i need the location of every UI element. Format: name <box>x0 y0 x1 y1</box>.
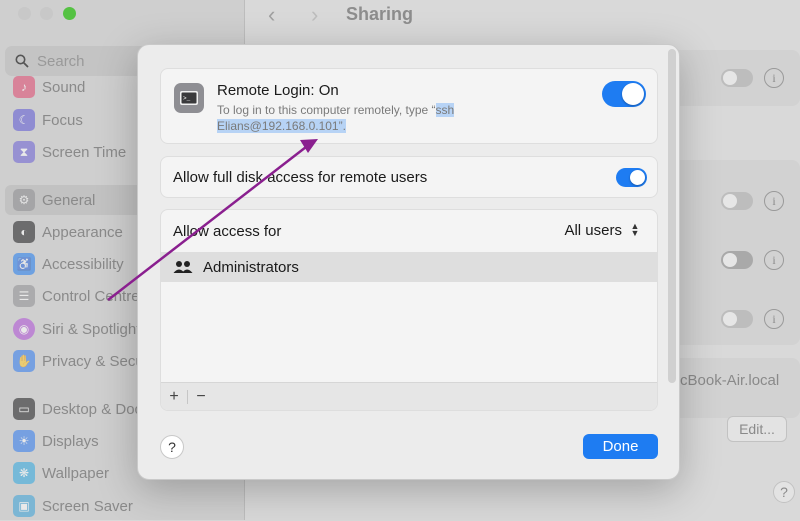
user-group-label: Administrators <box>203 258 299 276</box>
bg-toggle-3[interactable] <box>721 251 753 269</box>
selected-ssh-target[interactable]: Elians@192.168.0.101”. <box>217 119 346 133</box>
page-title: Sharing <box>346 4 414 24</box>
add-button[interactable]: + <box>161 388 187 406</box>
sidebar-item-label: Screen Saver <box>42 497 133 515</box>
done-label: Done <box>602 438 639 455</box>
appearance-icon: ◐ <box>13 221 35 243</box>
allow-access-label: Allow access for <box>173 223 282 240</box>
sun-icon: ☀ <box>13 430 35 452</box>
sidebar-item-label: General <box>42 191 96 209</box>
sidebar-item-label: Accessibility <box>42 255 124 273</box>
full-disk-toggle[interactable] <box>616 168 647 187</box>
sidebar-item-label: Appearance <box>42 223 123 241</box>
sidebar-item-label: Wallpaper <box>42 464 109 482</box>
full-disk-label: Allow full disk access for remote users <box>173 169 428 186</box>
dock-icon: ▭ <box>13 398 35 420</box>
accessibility-icon: ♿ <box>13 253 35 275</box>
info-icon[interactable]: i <box>764 250 784 270</box>
info-icon[interactable]: i <box>764 191 784 211</box>
remote-login-toggle[interactable] <box>602 81 646 107</box>
control-centre-icon: ☰ <box>13 285 35 307</box>
moon-icon: ☾ <box>13 109 35 131</box>
access-card: Allow access for All users ▲ ▼ Administra… <box>160 209 658 411</box>
full-disk-card: Allow full disk access for remote users <box>160 156 658 198</box>
screensaver-icon: ▣ <box>13 495 35 517</box>
sidebar-item-screen-saver[interactable]: ▣ Screen Saver <box>5 491 241 521</box>
sidebar-item-label: Siri & Spotlight <box>42 320 141 338</box>
sidebar-item-label: Focus <box>42 111 83 129</box>
remote-login-card: >_ Remote Login: On To log in to this co… <box>160 68 658 144</box>
help-button[interactable]: ? <box>160 435 184 459</box>
toggle-knob <box>622 83 644 105</box>
search-placeholder: Search <box>37 52 85 70</box>
minimize-window-button[interactable] <box>40 7 53 20</box>
siri-icon: ◉ <box>13 318 35 340</box>
info-icon[interactable]: i <box>764 309 784 329</box>
remote-login-description: To log in to this computer remotely, typ… <box>217 102 517 134</box>
remote-login-title: Remote Login: On <box>217 82 339 99</box>
svg-text:>_: >_ <box>183 95 191 102</box>
access-popup[interactable]: All users ▲ ▼ <box>564 221 643 239</box>
search-icon <box>15 54 29 68</box>
hostname-text: cBook-Air.local <box>680 372 780 389</box>
help-label: ? <box>168 439 176 455</box>
done-button[interactable]: Done <box>583 434 658 459</box>
sidebar-item-label: Control Centre <box>42 287 140 305</box>
group-icon <box>173 261 193 273</box>
scrollbar[interactable] <box>668 49 676 383</box>
remote-login-dialog: >_ Remote Login: On To log in to this co… <box>137 44 680 480</box>
bg-toggle-1[interactable] <box>721 69 753 87</box>
sidebar-item-label: Displays <box>42 432 99 450</box>
wallpaper-icon: ❋ <box>13 462 35 484</box>
sidebar-item-label: Desktop & Dock <box>42 400 150 418</box>
toggle-knob <box>630 170 645 185</box>
close-window-button[interactable] <box>18 7 31 20</box>
help-label: ? <box>780 484 788 500</box>
chevron-updown-icon: ▲ ▼ <box>630 221 640 238</box>
back-button[interactable]: ‹ <box>268 2 275 28</box>
hourglass-icon: ⧗ <box>13 141 35 163</box>
selected-ssh-text[interactable]: ssh <box>435 103 455 117</box>
bg-toggle-2[interactable] <box>721 192 753 210</box>
list-footer: + − <box>161 382 657 410</box>
sidebar-item-label: Sound <box>42 78 86 96</box>
zoom-window-button[interactable] <box>63 7 76 20</box>
terminal-icon: >_ <box>174 83 204 113</box>
edit-label: Edit... <box>739 421 775 437</box>
remove-button[interactable]: − <box>188 388 214 406</box>
sound-icon: ♪ <box>13 76 35 98</box>
edit-button[interactable]: Edit... <box>727 416 787 442</box>
bg-toggle-4[interactable] <box>721 310 753 328</box>
list-item[interactable]: Administrators <box>161 252 657 282</box>
sidebar-item-label: Screen Time <box>42 143 127 161</box>
hand-icon: ✋ <box>13 350 35 372</box>
access-popup-value: All users <box>564 221 622 239</box>
help-button-bg[interactable]: ? <box>773 481 795 503</box>
gear-icon: ⚙ <box>13 189 35 211</box>
forward-button[interactable]: › <box>311 2 318 28</box>
info-icon[interactable]: i <box>764 68 784 88</box>
description-prefix: To log in to this computer remotely, typ… <box>217 103 436 117</box>
